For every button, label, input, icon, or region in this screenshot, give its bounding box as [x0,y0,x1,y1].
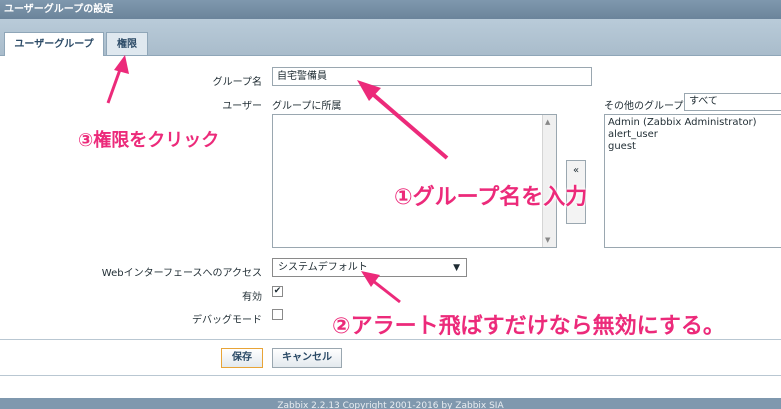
annotation-step3: ③権限をクリック [78,130,220,151]
annotation-step2: ②アラート飛ばすだけなら無効にする。 [332,314,725,339]
annotation-arrows [106,55,449,304]
annotation-step1: ①グループ名を入力 [394,185,588,210]
